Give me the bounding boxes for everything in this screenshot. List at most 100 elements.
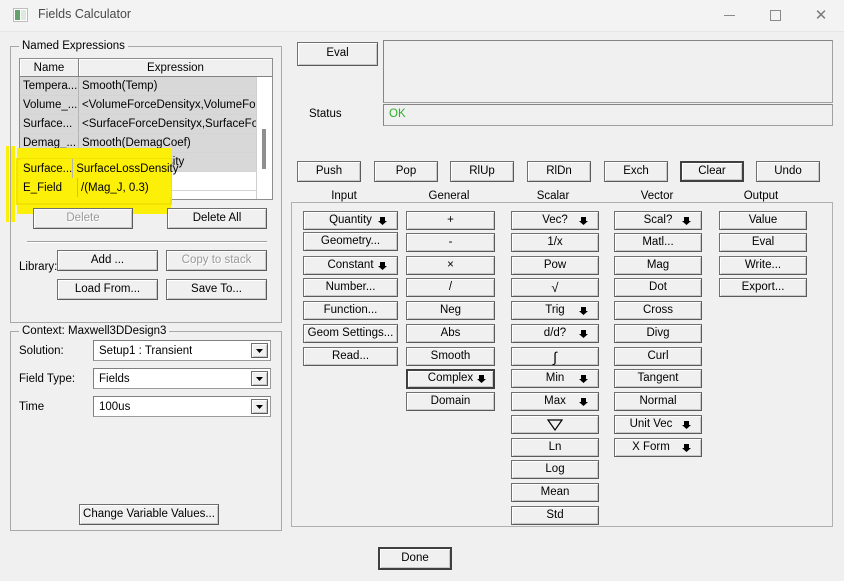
- palette-header-output: Output: [743, 190, 779, 202]
- quantity-button[interactable]: Quantity: [303, 211, 398, 230]
- palette-header-general: General: [428, 190, 470, 202]
- abs-button[interactable]: Abs: [406, 324, 495, 343]
- derivative-button[interactable]: d/d?: [511, 324, 599, 343]
- solution-dropdown[interactable]: Setup1 : Transient: [93, 340, 271, 361]
- xform-button[interactable]: X Form: [614, 438, 702, 457]
- scrollbar-thumb[interactable]: [262, 129, 266, 169]
- table-row[interactable]: Volume_... <VolumeForceDensityx,VolumeFo…: [20, 96, 272, 115]
- trig-button[interactable]: Trig: [511, 301, 599, 320]
- time-dropdown[interactable]: 100us: [93, 396, 271, 417]
- constant-button[interactable]: Constant: [303, 256, 398, 275]
- mean-button[interactable]: Mean: [511, 483, 599, 502]
- rldn-button[interactable]: RlDn: [527, 161, 591, 182]
- save-to-button[interactable]: Save To...: [166, 279, 267, 300]
- chevron-down-icon[interactable]: [251, 343, 268, 358]
- list-vertical-scrollbar[interactable]: [256, 77, 272, 199]
- value-button[interactable]: Value: [719, 211, 807, 230]
- minus-button[interactable]: -: [406, 233, 495, 252]
- cross-button[interactable]: Cross: [614, 301, 702, 320]
- min-button[interactable]: Min: [511, 369, 599, 388]
- rlup-button[interactable]: RlUp: [450, 161, 514, 182]
- time-value: 100us: [99, 400, 131, 413]
- plus-button[interactable]: +: [406, 211, 495, 230]
- dropdown-arrow-icon: [682, 443, 691, 453]
- time-label: Time: [19, 401, 45, 413]
- geom-settings-button[interactable]: Geom Settings...: [303, 324, 398, 343]
- load-from-button[interactable]: Load From...: [57, 279, 158, 300]
- column-header-expression[interactable]: Expression: [79, 59, 272, 77]
- row-name: E_Field: [20, 178, 78, 197]
- reciprocal-button[interactable]: 1/x: [511, 233, 599, 252]
- neg-button[interactable]: Neg: [406, 301, 495, 320]
- table-row[interactable]: Surface... <SurfaceForceDensityx,Surface…: [20, 115, 272, 134]
- row-name: Surface...: [20, 159, 74, 178]
- number-button[interactable]: Number...: [303, 278, 398, 297]
- pow-button[interactable]: Pow: [511, 256, 599, 275]
- sqrt-button[interactable]: √: [511, 278, 599, 297]
- chevron-down-icon[interactable]: [251, 399, 268, 414]
- row-expression: Smooth(Temp): [79, 77, 272, 96]
- row-expression: SurfaceLossDensity: [76, 162, 179, 175]
- change-variable-values-button[interactable]: Change Variable Values...: [79, 504, 219, 525]
- highlighted-row-efield[interactable]: E_Field /(Mag_J, 0.3): [20, 178, 171, 197]
- field-type-dropdown[interactable]: Fields: [93, 368, 271, 389]
- export-button[interactable]: Export...: [719, 278, 807, 297]
- scal-query-button[interactable]: Scal?: [614, 211, 702, 230]
- table-row[interactable]: Tempera... Smooth(Temp): [20, 77, 272, 96]
- delete-all-button[interactable]: Delete All: [167, 208, 267, 229]
- dropdown-arrow-icon: [579, 397, 588, 407]
- dot-button[interactable]: Dot: [614, 278, 702, 297]
- add-button[interactable]: Add ...: [57, 250, 158, 271]
- dropdown-arrow-icon: [682, 216, 691, 226]
- row-expression: <VolumeForceDensityx,VolumeForc...: [79, 96, 272, 115]
- exch-button[interactable]: Exch: [604, 161, 668, 182]
- integral-button[interactable]: ∫: [511, 347, 599, 366]
- nabla-button[interactable]: [511, 415, 599, 434]
- complex-button[interactable]: Complex: [406, 369, 495, 389]
- tangent-button[interactable]: Tangent: [614, 369, 702, 388]
- ln-button[interactable]: Ln: [511, 438, 599, 457]
- curl-button[interactable]: Curl: [614, 347, 702, 366]
- divide-button[interactable]: /: [406, 278, 495, 297]
- pop-button[interactable]: Pop: [374, 161, 438, 182]
- highlighted-row-surface[interactable]: Surface... SurfaceLossDensity: [20, 159, 179, 178]
- smooth-button[interactable]: Smooth: [406, 347, 495, 366]
- table-row[interactable]: Demag_... Smooth(DemagCoef): [20, 134, 272, 153]
- function-button[interactable]: Function...: [303, 301, 398, 320]
- geometry-button[interactable]: Geometry...: [303, 232, 398, 251]
- max-button[interactable]: Max: [511, 392, 599, 411]
- close-icon[interactable]: ✕: [798, 0, 844, 31]
- divg-button[interactable]: Divg: [614, 324, 702, 343]
- fields-calculator-window: Fields Calculator ✕ Named Expressions Na…: [0, 0, 844, 581]
- done-button[interactable]: Done: [378, 547, 452, 570]
- status-field: OK: [383, 104, 833, 126]
- clear-button[interactable]: Clear: [680, 161, 744, 182]
- chevron-down-icon[interactable]: [251, 371, 268, 386]
- log-button[interactable]: Log: [511, 460, 599, 479]
- stack-display[interactable]: [383, 40, 833, 103]
- std-button[interactable]: Std: [511, 506, 599, 525]
- read-button[interactable]: Read...: [303, 347, 398, 366]
- dropdown-arrow-icon: [579, 306, 588, 316]
- multiply-button[interactable]: ×: [406, 256, 495, 275]
- palette-header-scalar: Scalar: [536, 190, 570, 202]
- eval-button[interactable]: Eval: [719, 233, 807, 252]
- matl-button[interactable]: Matl...: [614, 233, 702, 252]
- push-button[interactable]: Push: [297, 161, 361, 182]
- maximize-button[interactable]: [752, 0, 798, 31]
- solution-label: Solution:: [19, 345, 64, 357]
- eval-stack-button[interactable]: Eval: [297, 42, 378, 66]
- write-button[interactable]: Write...: [719, 256, 807, 275]
- context-group: Context: Maxwell3DDesign3: [10, 325, 282, 531]
- row-expression: /(Mag_J, 0.3): [81, 181, 149, 194]
- column-header-name[interactable]: Name: [20, 59, 79, 77]
- mag-button[interactable]: Mag: [614, 256, 702, 275]
- normal-button[interactable]: Normal: [614, 392, 702, 411]
- minimize-button[interactable]: [706, 0, 752, 31]
- vec-query-button[interactable]: Vec?: [511, 211, 599, 230]
- domain-button[interactable]: Domain: [406, 392, 495, 411]
- delete-button[interactable]: Delete: [33, 208, 133, 229]
- copy-to-stack-button[interactable]: Copy to stack: [166, 250, 267, 271]
- undo-button[interactable]: Undo: [756, 161, 820, 182]
- unit-vec-button[interactable]: Unit Vec: [614, 415, 702, 434]
